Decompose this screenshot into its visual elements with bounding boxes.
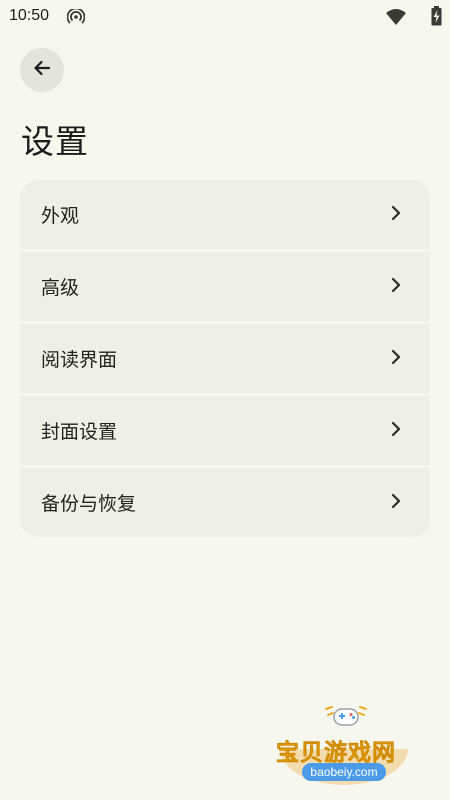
gamepad-icon	[324, 703, 368, 737]
settings-item-label: 封面设置	[41, 421, 118, 443]
settings-item-advanced[interactable]: 高级	[20, 252, 430, 321]
chevron-right-icon	[390, 349, 402, 369]
chevron-right-icon	[390, 421, 402, 441]
arrow-left-icon	[32, 58, 52, 82]
settings-item-label: 备份与恢复	[41, 493, 137, 515]
battery-charging-icon	[431, 6, 442, 30]
settings-item-label: 高级	[41, 277, 80, 299]
watermark-text: 宝贝游戏网	[276, 740, 396, 767]
settings-item-label: 外观	[41, 205, 80, 227]
status-bar: 10:50	[0, 0, 450, 34]
status-time: 10:50	[9, 7, 50, 24]
chevron-right-icon	[390, 205, 402, 225]
back-button[interactable]	[20, 48, 64, 92]
watermark-domain: baobeiy.com	[302, 763, 386, 781]
watermark-logo: 宝贝游戏网 baobeiy.com	[272, 703, 422, 791]
settings-item-backup-restore[interactable]: 备份与恢复	[20, 468, 430, 537]
settings-item-appearance[interactable]: 外观	[20, 180, 430, 249]
chevron-right-icon	[390, 277, 402, 297]
wifi-icon	[386, 9, 406, 29]
settings-item-reading-interface[interactable]: 阅读界面	[20, 324, 430, 393]
page-title: 设置	[21, 122, 89, 161]
cast-icon	[66, 7, 86, 29]
chevron-right-icon	[390, 493, 402, 513]
settings-list: 外观 高级 阅读界面 封面设置 备份与恢复	[20, 180, 430, 537]
settings-item-cover-settings[interactable]: 封面设置	[20, 396, 430, 465]
settings-item-label: 阅读界面	[41, 349, 118, 371]
